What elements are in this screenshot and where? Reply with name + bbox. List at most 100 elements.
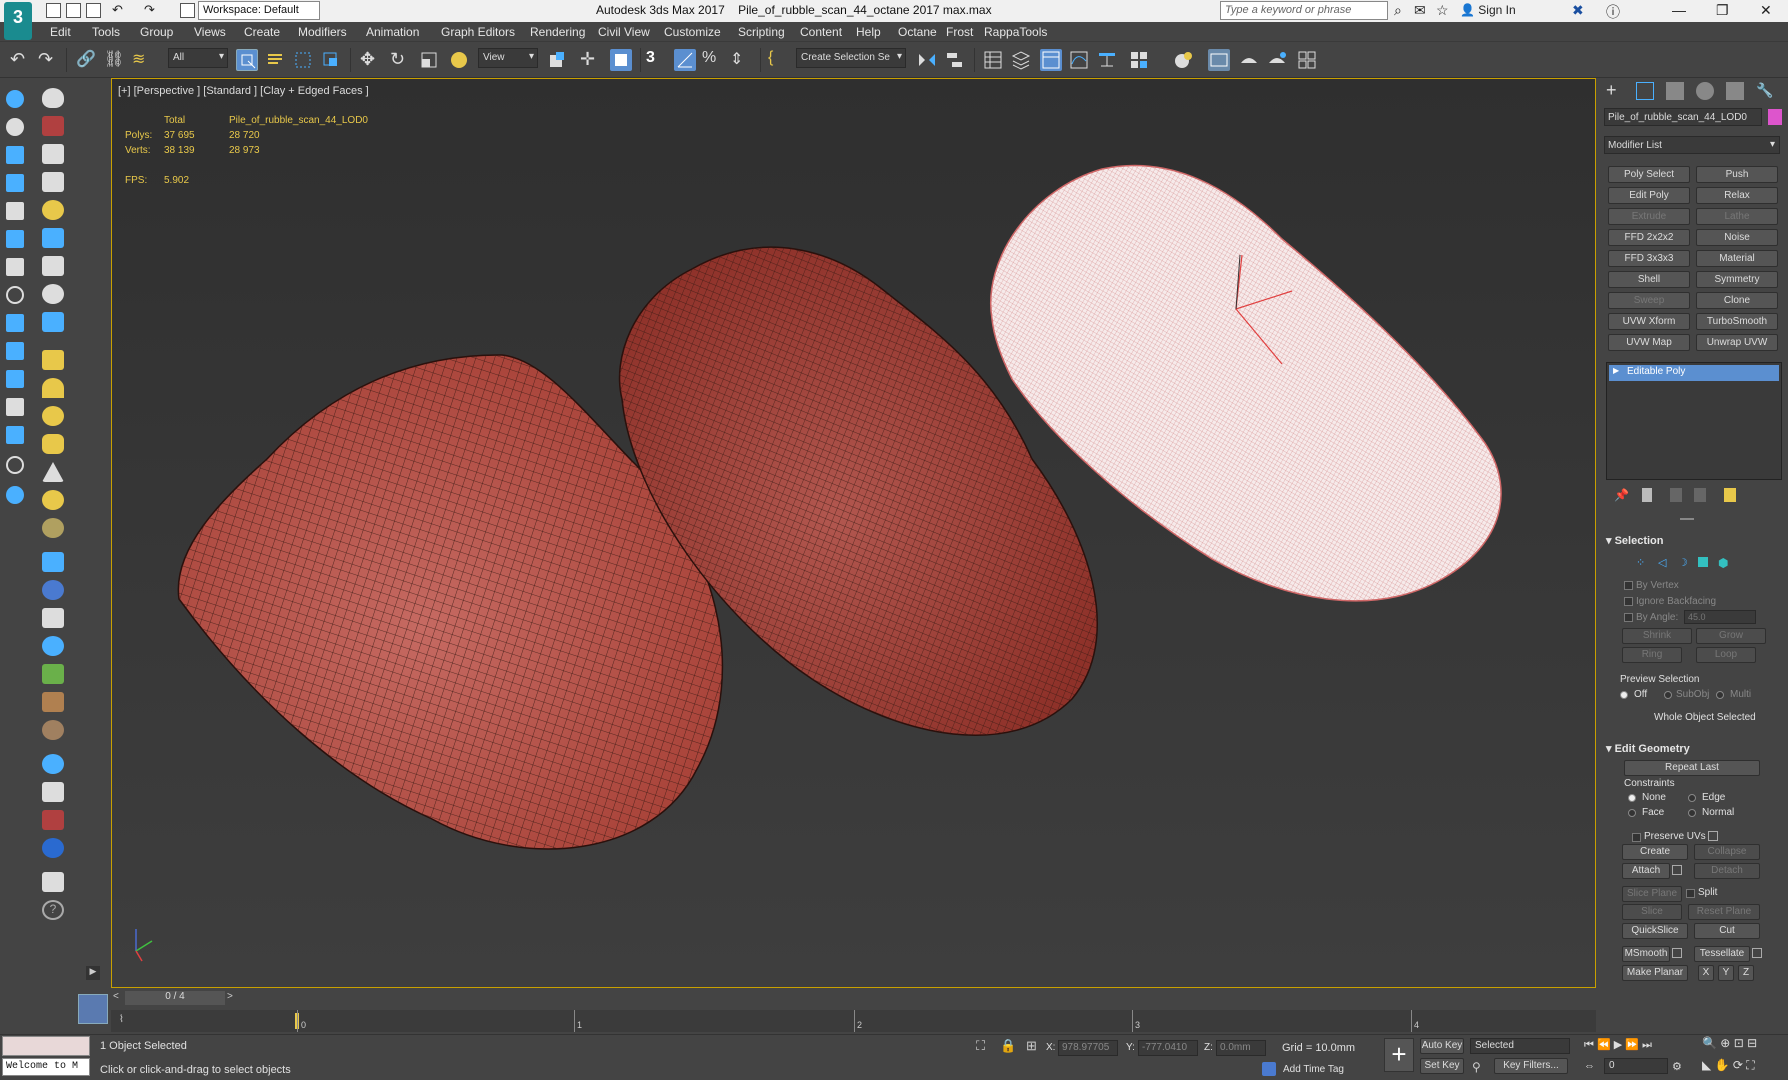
utilities-tab-icon[interactable]: 🔧 (1756, 82, 1774, 100)
sign-in-button[interactable]: 👤 Sign In (1460, 3, 1516, 17)
menu-edit[interactable]: Edit (50, 25, 71, 39)
modifier-button-relax[interactable]: Relax (1696, 187, 1778, 204)
link-icon[interactable]: 🔗 (76, 49, 98, 71)
array-tool-icon[interactable] (42, 312, 64, 332)
constraint-normal-radio[interactable] (1688, 809, 1696, 817)
time-slider[interactable]: < 0 / 4 > (111, 990, 1596, 1008)
modifier-button-clone[interactable]: Clone (1696, 292, 1778, 309)
dial-icon[interactable] (42, 256, 64, 276)
collapse-button[interactable]: Collapse (1694, 844, 1760, 860)
tessellate-settings-icon[interactable] (1752, 948, 1762, 958)
rectangular-selection-icon[interactable] (292, 49, 314, 71)
edit-geometry-rollout-title[interactable]: ▾ Edit Geometry (1606, 742, 1690, 755)
reference-coordinate-dropdown[interactable]: View (478, 48, 538, 68)
cone-primitive-icon[interactable] (42, 462, 64, 482)
place-icon[interactable] (448, 49, 470, 71)
redo-icon[interactable]: ↷ (144, 2, 155, 18)
ring-button[interactable]: Ring (1622, 647, 1682, 663)
modifier-button-push[interactable]: Push (1696, 166, 1778, 183)
preview-multi-radio[interactable] (1716, 691, 1724, 699)
particle-flow-icon[interactable] (42, 552, 64, 572)
create-helpers-icon[interactable] (6, 230, 24, 248)
key-mode-icon[interactable]: ⚲ (1472, 1060, 1481, 1074)
configure-modifier-sets-icon[interactable] (1724, 488, 1736, 502)
rendered-frame-window-icon[interactable] (1208, 49, 1230, 71)
modifier-button-unwrap-uvw[interactable]: Unwrap UVW (1696, 334, 1778, 351)
show-end-result-icon[interactable] (1642, 488, 1652, 502)
zoom-extents-all-icon[interactable]: ⊟ (1747, 1036, 1757, 1050)
modifier-button-sweep[interactable]: Sweep (1608, 292, 1690, 309)
open-file-icon[interactable] (66, 3, 81, 18)
snaps-toggle-icon[interactable]: 3 (646, 49, 668, 71)
remove-modifier-icon[interactable] (1694, 488, 1706, 502)
selection-filter-dropdown[interactable]: All (168, 48, 228, 68)
project-folder-icon[interactable] (180, 3, 195, 18)
stack-item-editable-poly[interactable]: ▶ Editable Poly (1609, 365, 1779, 381)
create-button[interactable]: Create (1622, 844, 1688, 860)
close-button[interactable]: ✕ (1760, 2, 1772, 19)
repeat-last-button[interactable]: Repeat Last (1624, 760, 1760, 776)
time-slider-thumb[interactable]: 0 / 4 (125, 991, 225, 1005)
undo-icon[interactable]: ↶ (112, 2, 123, 18)
create-text-icon[interactable] (6, 202, 24, 220)
infocenter-icon[interactable]: ✉ (1414, 2, 1426, 19)
ribbon-toggle-icon[interactable] (1040, 49, 1062, 71)
layer-explorer-icon[interactable] (1010, 49, 1032, 71)
foliage-icon[interactable] (42, 664, 64, 684)
next-frame-icon[interactable]: ⏩ (1625, 1039, 1639, 1051)
modifier-button-turbosmooth[interactable]: TurboSmooth (1696, 313, 1778, 330)
clipboard-icon[interactable] (42, 872, 64, 892)
modifier-button-edit-poly[interactable]: Edit Poly (1608, 187, 1690, 204)
menu-frost[interactable]: Frost (946, 25, 973, 39)
create-bones-icon[interactable] (6, 398, 24, 416)
modifier-button-shell[interactable]: Shell (1608, 271, 1690, 288)
menu-customize[interactable]: Customize (664, 25, 721, 39)
make-unique-icon[interactable] (1670, 488, 1682, 502)
a360-gallery-icon[interactable] (1296, 49, 1318, 71)
current-frame-field[interactable]: 0 (1604, 1058, 1668, 1074)
rock-icon[interactable] (42, 720, 64, 740)
menu-rappatools[interactable]: RappaTools (984, 25, 1047, 39)
angle-spinner[interactable]: 45.0 (1684, 610, 1756, 624)
msmooth-button[interactable]: MSmooth (1622, 946, 1670, 962)
tessellate-button[interactable]: Tessellate (1694, 946, 1750, 962)
viewport-layout-tab[interactable] (78, 994, 108, 1024)
create-shapes-icon[interactable] (6, 118, 24, 136)
constraint-none-radio[interactable] (1628, 794, 1636, 802)
cylinder-tool-icon[interactable] (42, 228, 64, 248)
field-of-view-icon[interactable]: ◣ (1702, 1058, 1711, 1072)
pin-stack-icon[interactable]: 📌 (1614, 488, 1629, 502)
msmooth-settings-icon[interactable] (1672, 948, 1682, 958)
image-plane-icon[interactable] (42, 116, 64, 136)
box-primitive-icon[interactable] (42, 350, 64, 370)
undo-icon[interactable]: ↶ (10, 49, 32, 71)
sphere-tool-icon[interactable] (42, 754, 64, 774)
modifier-stack[interactable]: ▶ Editable Poly (1606, 362, 1782, 480)
render-in-cloud-icon[interactable] (1266, 49, 1288, 71)
planar-x-button[interactable]: X (1698, 965, 1714, 981)
modify-tab-icon[interactable] (1636, 82, 1654, 100)
menu-animation[interactable]: Animation (366, 25, 419, 39)
add-time-tag[interactable]: Add Time Tag (1283, 1064, 1344, 1075)
modifier-button-noise[interactable]: Noise (1696, 229, 1778, 246)
create-compound-icon[interactable] (6, 342, 24, 360)
percent-snap-icon[interactable]: % (702, 49, 724, 71)
pivot-center-icon[interactable] (546, 49, 568, 71)
menu-rendering[interactable]: Rendering (530, 25, 585, 39)
bucket-icon[interactable] (42, 782, 64, 802)
modifier-button-uvw-map[interactable]: UVW Map (1608, 334, 1690, 351)
motion-tab-icon[interactable] (1696, 82, 1714, 100)
modifier-button-extrude[interactable]: Extrude (1608, 208, 1690, 225)
key-set-dropdown[interactable]: Selected (1470, 1038, 1570, 1054)
split-checkbox[interactable] (1686, 889, 1695, 898)
restore-button[interactable]: ❐ (1716, 2, 1729, 19)
teapot-primitive-icon[interactable] (42, 434, 64, 454)
menu-scripting[interactable]: Scripting (738, 25, 785, 39)
set-key-button[interactable]: Set Key (1420, 1058, 1464, 1074)
select-by-name-icon[interactable] (264, 49, 286, 71)
gear-icon[interactable] (42, 636, 64, 656)
perspective-viewport[interactable]: [+] [Perspective ] [Standard ] [Clay + E… (111, 78, 1596, 988)
slice-plane-button[interactable]: Slice Plane (1622, 886, 1682, 902)
attach-settings-icon[interactable] (1672, 865, 1682, 875)
teapot-icon[interactable] (42, 88, 64, 108)
